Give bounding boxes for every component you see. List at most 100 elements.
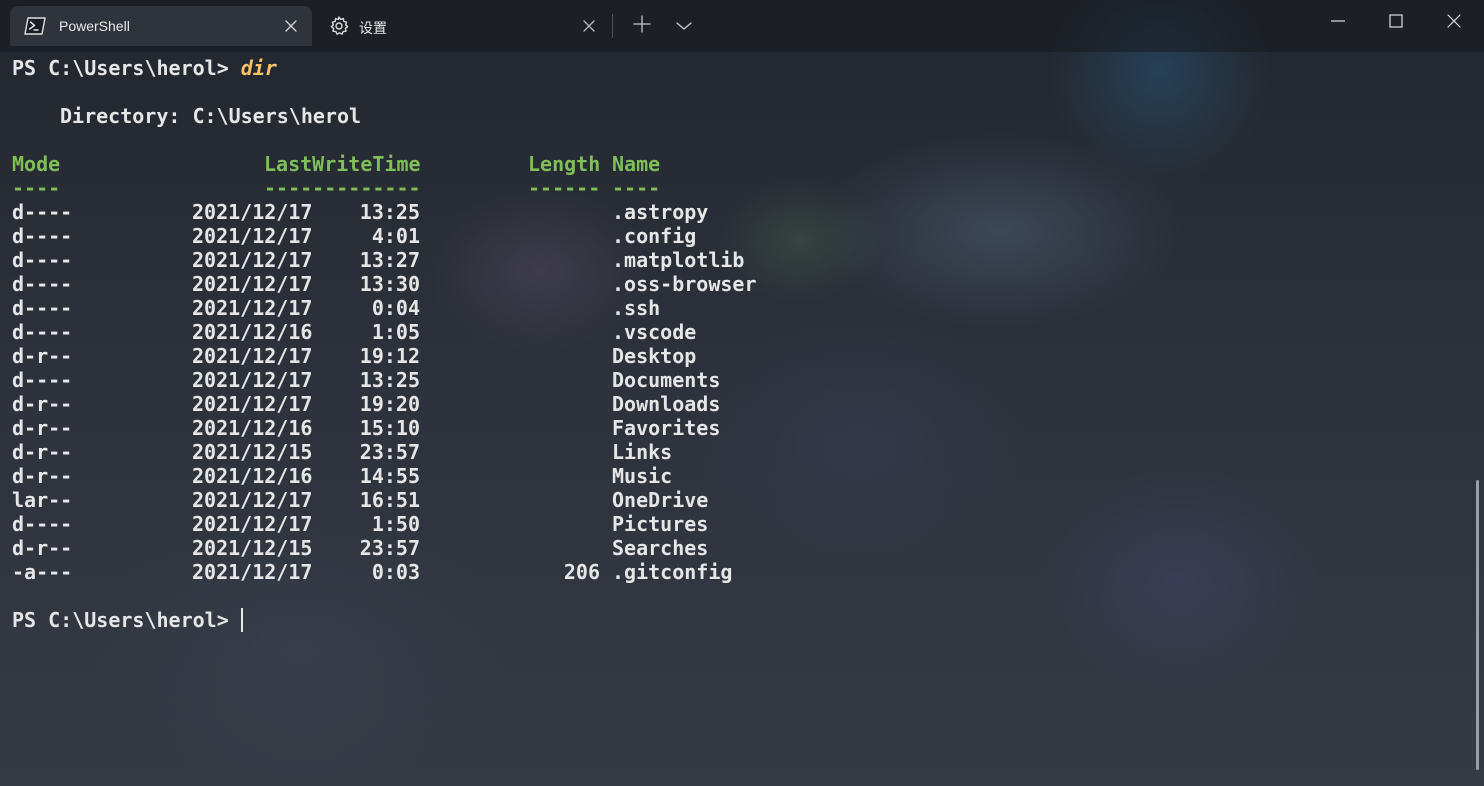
row-mode: lar--: [12, 488, 73, 512]
row-name: .config: [612, 224, 697, 248]
row-mode: d----: [12, 512, 73, 536]
row-mode: d----: [12, 296, 73, 320]
table-row: d-r-- 2021/12/17 19:20 Downloads: [12, 392, 1452, 416]
row-date: 2021/12/17: [192, 512, 313, 536]
row-name: Desktop: [612, 344, 697, 368]
row-mode: -a---: [12, 560, 73, 584]
row-name: Documents: [612, 368, 721, 392]
row-date: 2021/12/17: [192, 224, 313, 248]
input-line[interactable]: PS C:\Users\herol>: [12, 608, 1452, 632]
table-row: d-r-- 2021/12/15 23:57 Searches: [12, 536, 1452, 560]
table-row: d-r-- 2021/12/16 15:10 Favorites: [12, 416, 1452, 440]
row-mode: d----: [12, 248, 73, 272]
table-row: d---- 2021/12/17 4:01 .config: [12, 224, 1452, 248]
powershell-icon: [24, 16, 46, 36]
minimize-button[interactable]: [1318, 8, 1358, 38]
underline-name: ----: [612, 176, 661, 200]
close-icon: [1446, 13, 1462, 33]
row-mode: d-r--: [12, 344, 73, 368]
row-mode: d-r--: [12, 464, 73, 488]
row-date: 2021/12/17: [192, 248, 313, 272]
row-time: 0:03: [371, 560, 420, 584]
underline-length: ------: [528, 176, 601, 200]
row-name: Downloads: [612, 392, 721, 416]
maximize-icon: [1388, 13, 1404, 33]
row-time: 13:30: [359, 272, 420, 296]
directory-listing: d---- 2021/12/17 13:25 .astropy d---- 20…: [12, 200, 1452, 584]
row-mode: d----: [12, 368, 73, 392]
row-name: .oss-browser: [612, 272, 757, 296]
row-name: Pictures: [612, 512, 709, 536]
row-name: .matplotlib: [612, 248, 745, 272]
row-date: 2021/12/15: [192, 536, 313, 560]
row-date: 2021/12/17: [192, 560, 313, 584]
tab-settings[interactable]: 设置: [314, 6, 610, 46]
row-name: .gitconfig: [612, 560, 733, 584]
maximize-button[interactable]: [1376, 8, 1416, 38]
row-time: 23:57: [359, 536, 420, 560]
gear-icon: [328, 16, 350, 36]
table-row: d---- 2021/12/17 1:50 Pictures: [12, 512, 1452, 536]
table-row: d-r-- 2021/12/16 14:55 Music: [12, 464, 1452, 488]
table-header: Mode LastWriteTime Length Name: [12, 152, 1452, 176]
row-time: 19:20: [359, 392, 420, 416]
table-row: -a--- 2021/12/17 0:03 206 .gitconfig: [12, 560, 1452, 584]
row-time: 19:12: [359, 344, 420, 368]
row-mode: d----: [12, 320, 73, 344]
tab-powershell[interactable]: PowerShell: [10, 6, 312, 46]
row-time: 23:57: [359, 440, 420, 464]
header-name: Name: [612, 152, 661, 176]
close-tab-icon[interactable]: [580, 17, 598, 35]
close-window-button[interactable]: [1434, 8, 1474, 38]
header-length: Length: [528, 152, 601, 176]
new-tab-button[interactable]: [630, 14, 654, 38]
terminal-output[interactable]: PS C:\Users\herol> dir Directory: C:\Use…: [12, 56, 1452, 632]
title-bar: PowerShell 设置: [0, 0, 1484, 52]
tab-dropdown-button[interactable]: [672, 14, 696, 38]
table-row: d---- 2021/12/16 1:05 .vscode: [12, 320, 1452, 344]
row-date: 2021/12/16: [192, 320, 313, 344]
table-row: d-r-- 2021/12/17 19:12 Desktop: [12, 344, 1452, 368]
table-row: d---- 2021/12/17 0:04 .ssh: [12, 296, 1452, 320]
row-mode: d-r--: [12, 416, 73, 440]
row-mode: d-r--: [12, 536, 73, 560]
row-time: 14:55: [359, 464, 420, 488]
prompt: PS C:\Users\herol>: [12, 608, 241, 632]
row-date: 2021/12/16: [192, 464, 313, 488]
row-time: 4:01: [371, 224, 420, 248]
row-mode: d----: [12, 272, 73, 296]
table-row: d---- 2021/12/17 13:30 .oss-browser: [12, 272, 1452, 296]
text-cursor: [240, 608, 243, 632]
minimize-icon: [1330, 13, 1346, 33]
row-name: Music: [612, 464, 673, 488]
row-date: 2021/12/17: [192, 392, 313, 416]
row-mode: d-r--: [12, 392, 73, 416]
scrollbar[interactable]: [1476, 480, 1479, 770]
row-time: 13:27: [359, 248, 420, 272]
row-time: 15:10: [359, 416, 420, 440]
row-date: 2021/12/17: [192, 272, 313, 296]
row-time: 13:25: [359, 368, 420, 392]
row-date: 2021/12/17: [192, 344, 313, 368]
close-tab-icon[interactable]: [282, 17, 300, 35]
row-mode: d----: [12, 200, 73, 224]
row-name: .vscode: [612, 320, 697, 344]
table-row: d---- 2021/12/17 13:27 .matplotlib: [12, 248, 1452, 272]
tab-label: PowerShell: [59, 18, 130, 34]
row-date: 2021/12/15: [192, 440, 313, 464]
terminal-window: PowerShell 设置 PS C:\Users\herol> dir Dir…: [0, 0, 1484, 786]
directory-line: Directory: C:\Users\herol: [60, 104, 362, 128]
underline-last-write-time: -------------: [264, 176, 421, 200]
tab-divider: [612, 14, 613, 38]
row-name: .astropy: [612, 200, 709, 224]
row-mode: d----: [12, 224, 73, 248]
row-date: 2021/12/16: [192, 416, 313, 440]
row-name: Searches: [612, 536, 709, 560]
command-text: dir: [240, 56, 277, 80]
row-name: OneDrive: [612, 488, 709, 512]
plus-icon: [633, 15, 651, 37]
table-header-underline: ---- ------------- ------ ----: [12, 176, 1452, 200]
row-time: 1:05: [371, 320, 420, 344]
table-row: d---- 2021/12/17 13:25 .astropy: [12, 200, 1452, 224]
row-mode: d-r--: [12, 440, 73, 464]
